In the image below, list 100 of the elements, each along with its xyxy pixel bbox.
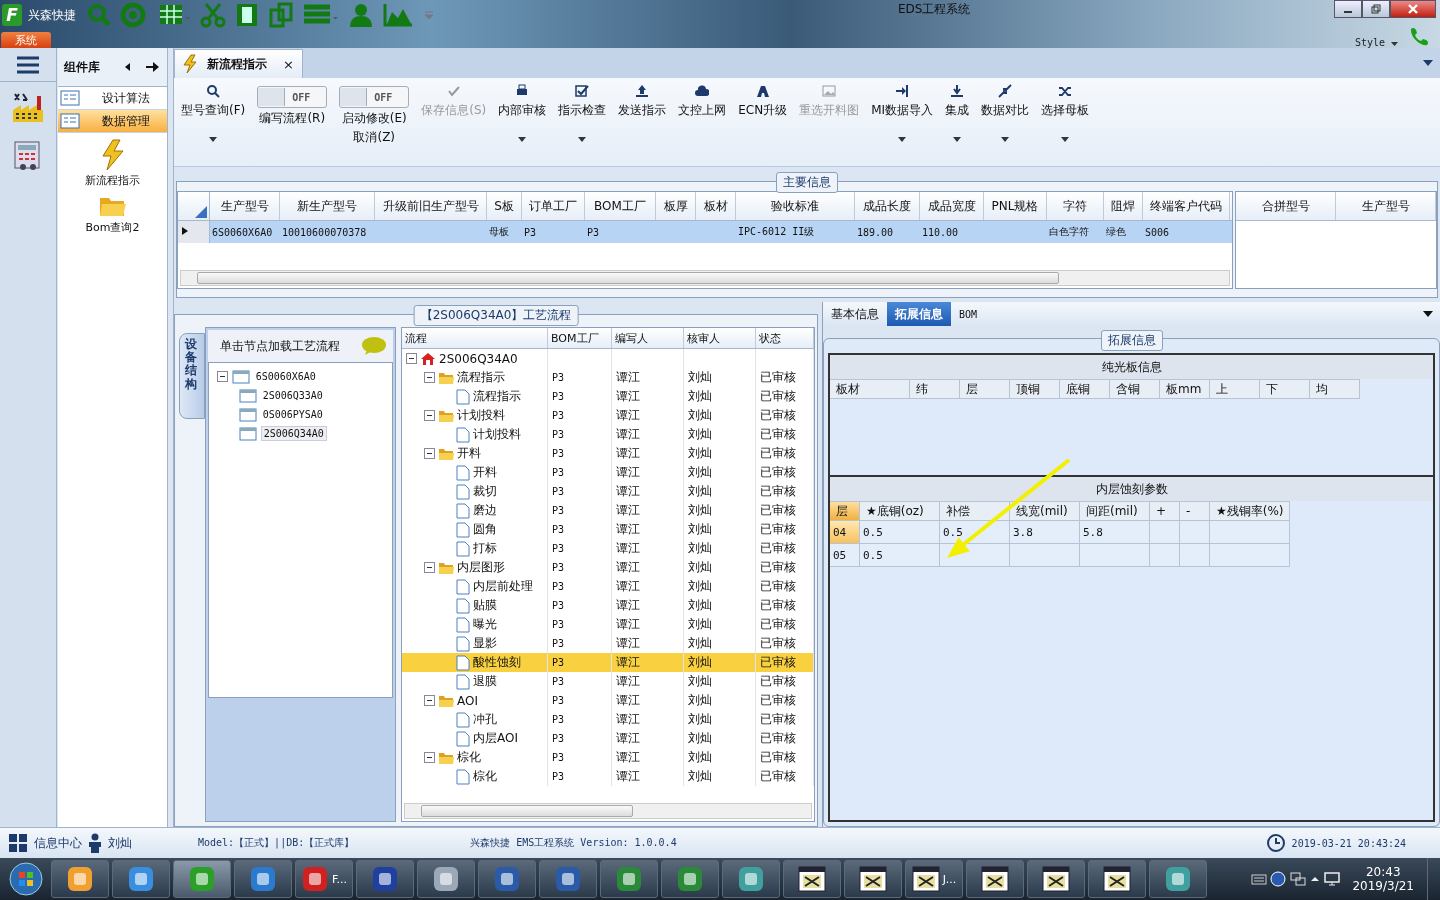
column-header[interactable]: ★残铜率(%) [1210, 501, 1290, 521]
toolbar-button[interactable]: ECN升级 [737, 82, 789, 121]
tree-row[interactable]: 计划投料 P3 谭江 刘灿 已审核 [402, 406, 814, 425]
tree-row[interactable]: 打标 P3 谭江 刘灿 已审核 [402, 539, 814, 558]
column-header[interactable]: 层 [830, 501, 860, 521]
tree-row[interactable]: 贴膜 P3 谭江 刘灿 已审核 [402, 596, 814, 615]
toolbar-button[interactable]: 指示检查 [557, 82, 608, 144]
document-tab[interactable]: 新流程指示 × [174, 49, 303, 78]
column-header[interactable]: 终端客户代码 [1143, 192, 1230, 220]
monitor-icon[interactable] [1323, 870, 1342, 888]
column-header[interactable]: 上 [1210, 379, 1260, 399]
tree-row[interactable]: 流程指示 P3 谭江 刘灿 已审核 [402, 387, 814, 406]
dropdown-icon[interactable] [1422, 310, 1434, 318]
taskbar-button[interactable] [966, 860, 1024, 898]
minimize-button[interactable] [1334, 0, 1362, 18]
tab[interactable]: BOM [951, 302, 986, 326]
toggle-switch[interactable]: OFF 编写流程(R) [256, 82, 329, 129]
taskbar-clock[interactable]: 20:43 2019/3/21 [1352, 865, 1414, 893]
taskbar-button[interactable] [783, 860, 841, 898]
column-header[interactable]: 新生产型号 [280, 192, 375, 220]
grid-icon[interactable] [8, 833, 28, 853]
help-icon[interactable] [1270, 871, 1287, 887]
expander-icon[interactable] [424, 695, 435, 706]
horizontal-scrollbar[interactable] [404, 803, 812, 820]
table-row[interactable]: 05 0.5 [830, 544, 1433, 567]
toolbar-button[interactable]: 选择母板 [1040, 82, 1091, 144]
taskbar-button[interactable] [600, 860, 658, 898]
tree-row[interactable]: 开料 P3 谭江 刘灿 已审核 [402, 444, 814, 463]
tree-row[interactable]: 棕化 P3 谭江 刘灿 已审核 [402, 748, 814, 767]
taskbar-button[interactable] [234, 860, 292, 898]
column-header[interactable]: 顶铜 [1010, 379, 1060, 399]
taskbar-button[interactable] [1088, 860, 1146, 898]
show-hidden-icon[interactable] [1310, 874, 1321, 884]
toolbar-button[interactable]: 文控上网 [677, 82, 728, 121]
column-header[interactable]: 验收标准 [736, 192, 855, 220]
taskbar-button[interactable] [112, 860, 170, 898]
toolbar-button[interactable]: 内部审核 [497, 82, 548, 144]
taskbar-button[interactable] [844, 860, 902, 898]
tree-row[interactable]: 计划投料 P3 谭江 刘灿 已审核 [402, 425, 814, 444]
taskbar-button[interactable]: F... [295, 860, 353, 898]
expander-icon[interactable] [216, 371, 228, 382]
expander-icon[interactable] [424, 562, 435, 573]
column-header[interactable]: 编写人 [612, 328, 684, 348]
expander-icon[interactable] [424, 410, 435, 421]
taskbar-button[interactable] [478, 860, 536, 898]
tree-node[interactable]: 6S0060X6A0 [253, 370, 318, 383]
tree-row[interactable]: 酸性蚀刻 P3 谭江 刘灿 已审核 [402, 653, 814, 672]
restore-button[interactable] [1362, 0, 1390, 18]
tree-row[interactable]: 冲孔 P3 谭江 刘灿 已审核 [402, 710, 814, 729]
toolbar-button[interactable]: 型号查询(F) [180, 82, 247, 144]
column-header[interactable]: 流程 [402, 328, 548, 348]
column-header[interactable]: 板材 [696, 192, 736, 220]
toolbar-button[interactable]: 集成 [944, 82, 971, 144]
tree-row[interactable]: 内层前处理 P3 谭江 刘灿 已审核 [402, 577, 814, 596]
column-header[interactable]: 生产型号 [210, 192, 280, 220]
column-header[interactable]: 字符 [1047, 192, 1104, 220]
column-header[interactable]: 升级前旧生产型号 [375, 192, 487, 220]
tree-row[interactable]: 退膜 P3 谭江 刘灿 已审核 [402, 672, 814, 691]
sidebar-item[interactable]: 数据管理 [58, 110, 167, 133]
column-header[interactable]: 状态 [756, 328, 814, 348]
toggle-switch[interactable]: OFF 启动修改(E) 取消(Z) [338, 82, 411, 148]
tool-button[interactable]: Bom查询2 [85, 194, 140, 235]
pin-icon[interactable] [145, 60, 161, 74]
expander-icon[interactable] [424, 448, 435, 459]
tree-row[interactable]: 圆角 P3 谭江 刘灿 已审核 [402, 520, 814, 539]
style-dropdown[interactable]: Style [1354, 37, 1398, 48]
column-header[interactable]: 成品宽度 [920, 192, 984, 220]
column-header[interactable]: 含铜 [1110, 379, 1160, 399]
film-icon[interactable] [234, 2, 260, 28]
expander-icon[interactable] [424, 372, 435, 383]
table-row[interactable]: 04 0.5 0.5 3.8 5.8 [830, 521, 1433, 544]
column-header[interactable]: S板 [487, 192, 522, 220]
column-header[interactable]: 合拼型号 [1236, 192, 1336, 220]
tree-row[interactable]: 裁切 P3 谭江 刘灿 已审核 [402, 482, 814, 501]
expander-icon[interactable] [424, 752, 435, 763]
expander-icon[interactable] [406, 353, 417, 364]
tree-node[interactable]: 0S006PYSA0 [260, 408, 325, 421]
column-header[interactable]: 核审人 [684, 328, 756, 348]
column-header[interactable]: 板材 [830, 379, 910, 399]
column-header[interactable]: 板厚 [656, 192, 696, 220]
column-header[interactable]: 间距(mil) [1080, 501, 1150, 521]
table-row[interactable]: 6S0060X6A0 10010600070378 母板 P3 P3 IPC-6012 II级 189.00 110.00 白色字符 绿色 S006 [178, 221, 1232, 243]
horizontal-scrollbar[interactable] [180, 270, 1230, 286]
column-header[interactable]: BOM工厂 [585, 192, 656, 220]
column-header[interactable]: ★底铜(oz) [860, 501, 940, 521]
tree-row[interactable]: 2S006Q34A0 [402, 349, 814, 368]
column-header[interactable]: + [1150, 501, 1180, 521]
taskbar-button[interactable] [539, 860, 597, 898]
column-header[interactable]: PNL规格 [984, 192, 1047, 220]
toolbar-button[interactable]: 发送指示 [617, 82, 668, 121]
tree-node[interactable]: 2S006Q34A0 [260, 426, 327, 441]
network-icon[interactable] [1289, 870, 1308, 888]
tree-row[interactable]: 开料 P3 谭江 刘灿 已审核 [402, 463, 814, 482]
column-header[interactable]: 纬 [910, 379, 960, 399]
tree-row[interactable]: AOI P3 谭江 刘灿 已审核 [402, 691, 814, 710]
taskbar-button[interactable] [722, 860, 780, 898]
tab[interactable]: 基本信息 [823, 302, 887, 326]
toolbar-button[interactable]: 数据对比 [980, 82, 1031, 144]
column-header[interactable]: 成品长度 [855, 192, 920, 220]
tree-row[interactable]: 曝光 P3 谭江 刘灿 已审核 [402, 615, 814, 634]
